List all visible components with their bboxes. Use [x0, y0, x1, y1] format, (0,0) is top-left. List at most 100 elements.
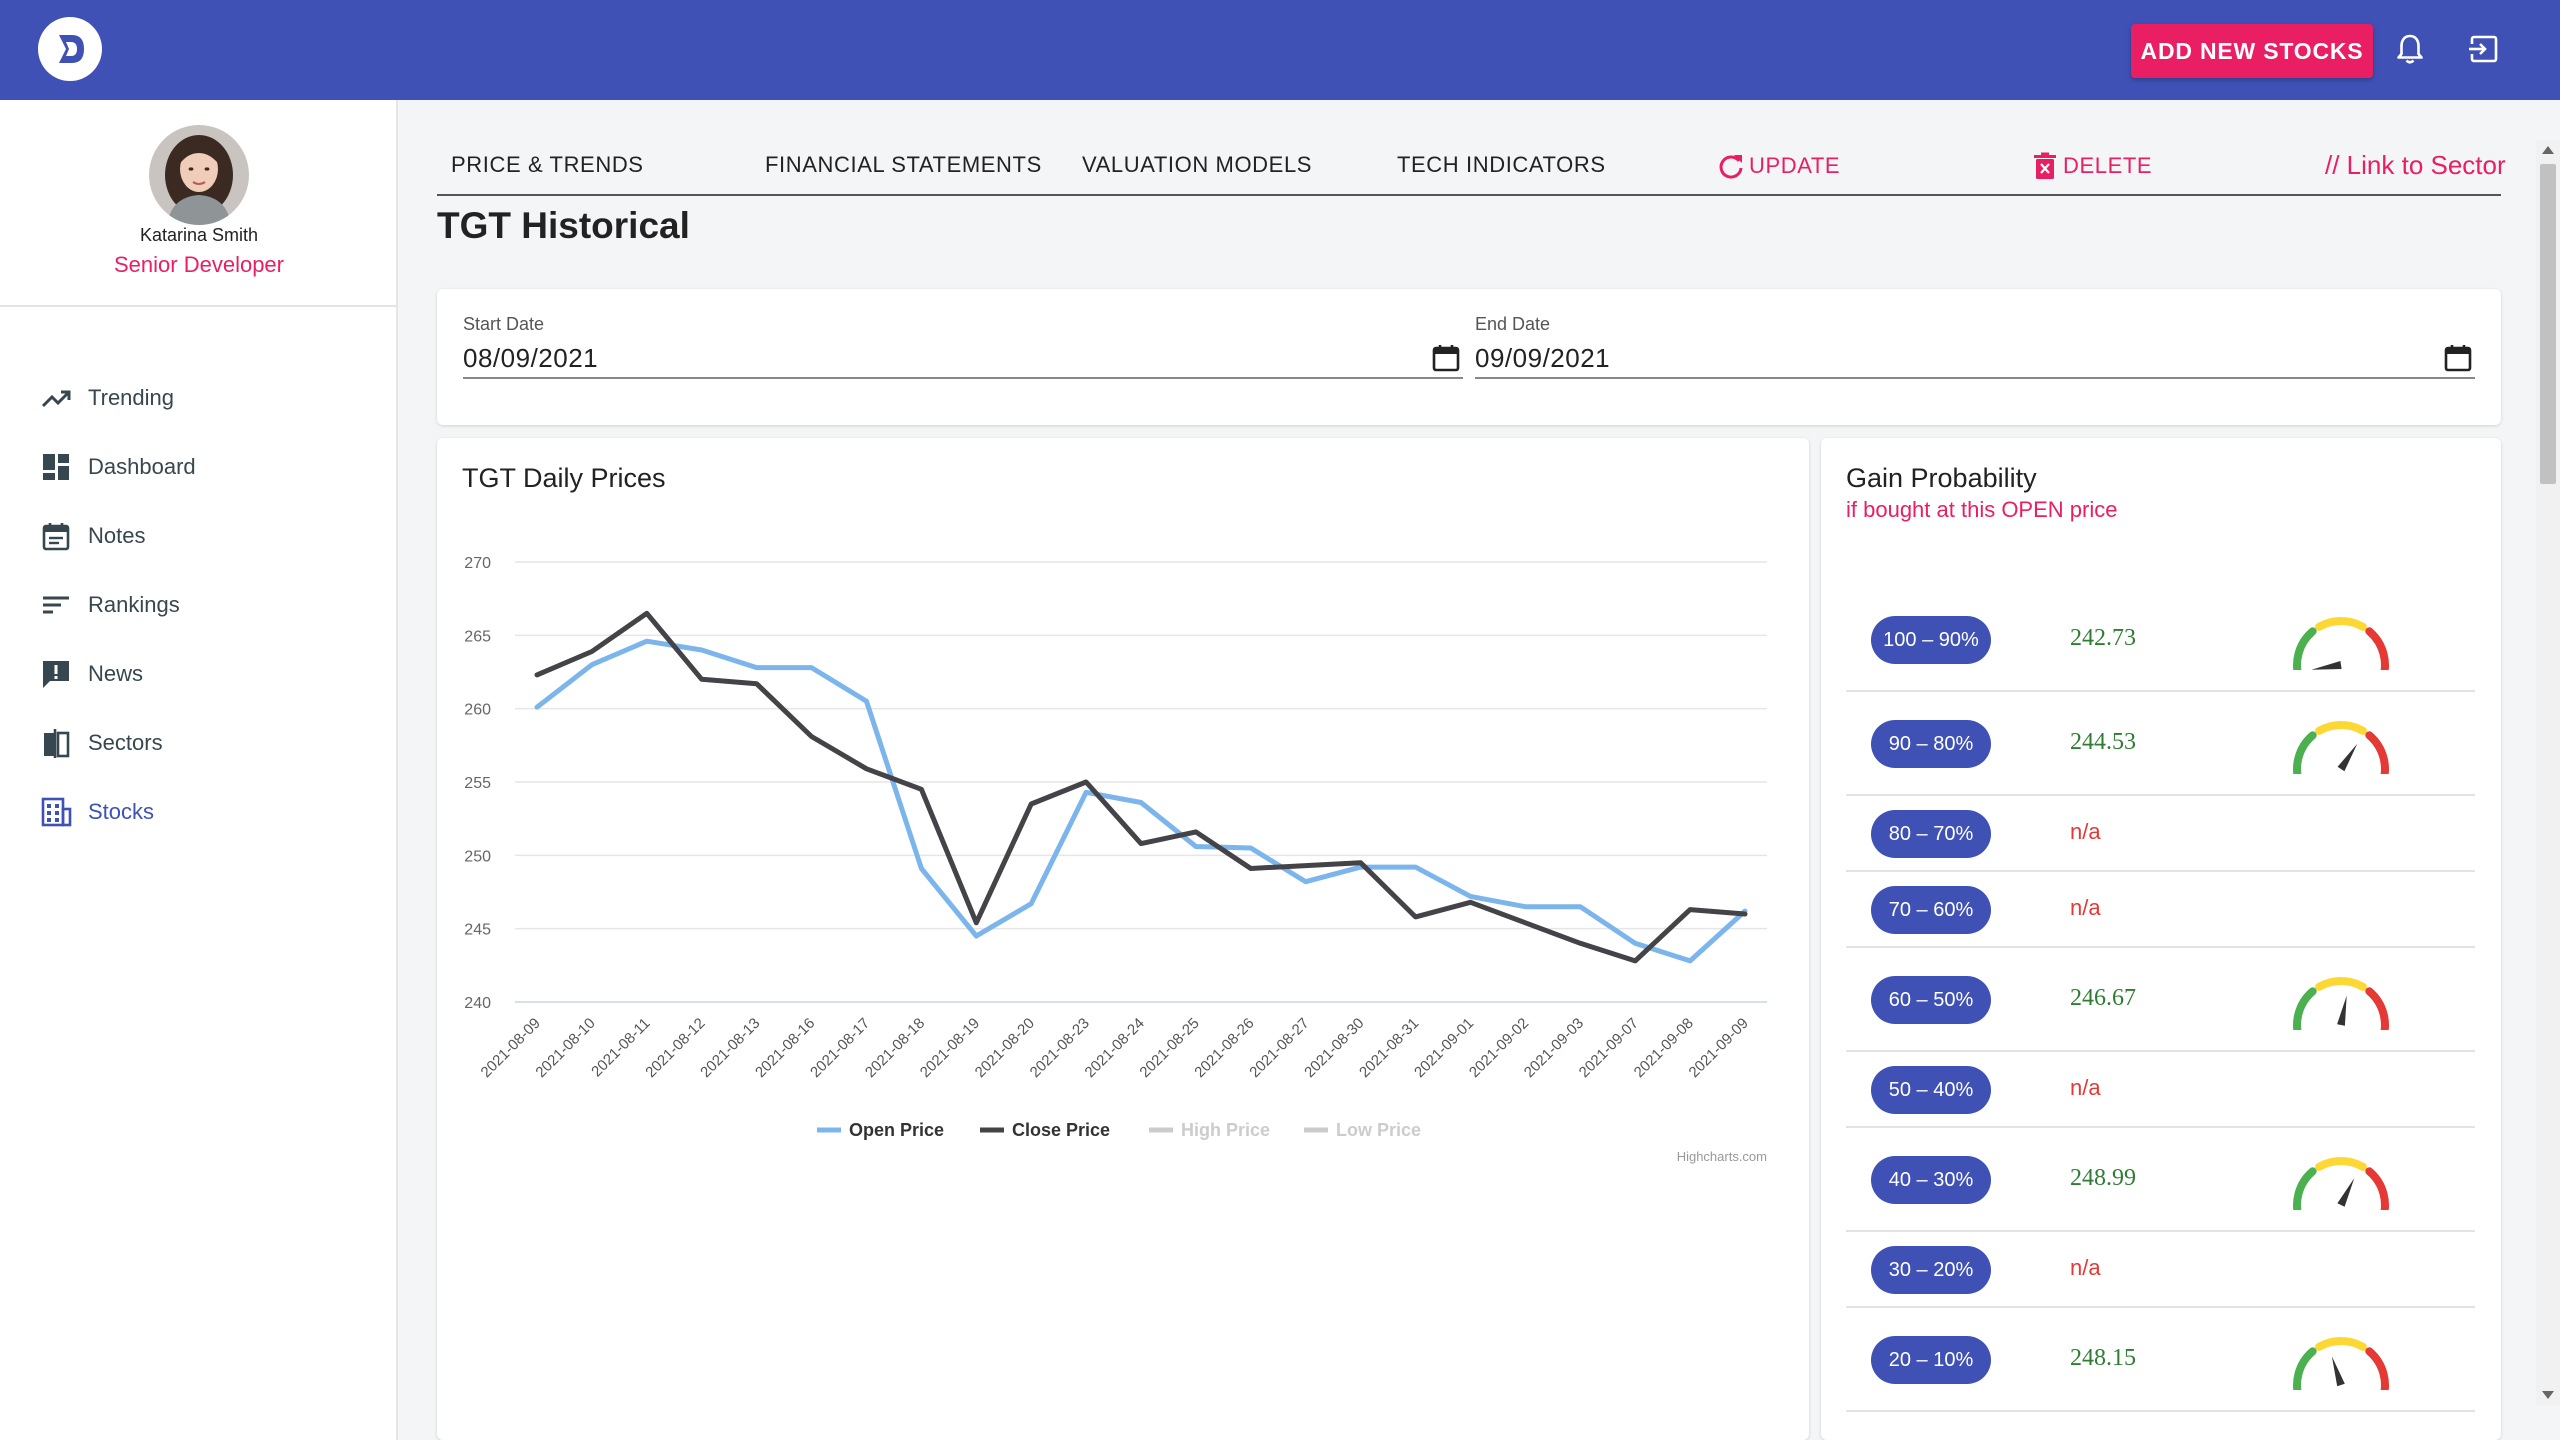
start-date-label: Start Date — [463, 314, 545, 334]
gain-title: Gain Probability — [1846, 463, 2037, 493]
legend-item[interactable]: Close Price — [980, 1120, 1110, 1140]
gain-price-value: n/a — [2070, 1255, 2101, 1280]
legend-item[interactable]: Open Price — [817, 1120, 944, 1140]
gain-row: 50 – 40% n/a — [1846, 1052, 2475, 1128]
date-range-card: Start Date 08/09/2021 End Date 09/09/202… — [437, 289, 2501, 425]
gain-row: 90 – 80% 244.53 — [1846, 692, 2475, 796]
probability-range-badge[interactable]: 80 – 70% — [1871, 810, 1991, 858]
x-tick-label: 2021-09-09 — [1686, 1015, 1752, 1081]
start-date-input[interactable]: 08/09/2021 — [463, 339, 1463, 379]
legend-item[interactable]: Low Price — [1304, 1120, 1421, 1140]
y-tick-label: 270 — [464, 555, 491, 572]
sidebar-item-sectors[interactable]: Sectors — [38, 723, 163, 763]
y-tick-label: 265 — [464, 628, 491, 645]
daily-prices-card: TGT Daily Prices 240 245 250 255 260 265 270 20… — [437, 438, 1809, 1440]
bell-icon[interactable] — [2392, 31, 2428, 67]
sidebar-item-label: Rankings — [88, 592, 180, 617]
probability-range-badge[interactable]: 20 – 10% — [1871, 1336, 1991, 1384]
logo-icon[interactable] — [38, 17, 102, 81]
tab-price-trends[interactable]: PRICE & TRENDS — [451, 152, 644, 178]
gain-probability-card: Gain Probability if bought at this OPEN … — [1821, 438, 2501, 1440]
probability-range-badge[interactable]: 70 – 60% — [1871, 886, 1991, 934]
gain-row: 100 – 90% 242.73 — [1846, 588, 2475, 692]
y-tick-label: 245 — [464, 922, 491, 939]
gain-price-value: 246.67 — [2070, 985, 2136, 1011]
probability-range-badge[interactable]: 30 – 20% — [1871, 1246, 1991, 1294]
logout-icon[interactable] — [2466, 31, 2502, 67]
end-date-label: End Date — [1475, 314, 1551, 334]
sidebar-item-rankings[interactable]: Rankings — [38, 585, 180, 625]
calendar-icon[interactable] — [2443, 343, 2473, 373]
sidebar-item-label: Trending — [88, 385, 175, 410]
gain-price-value: 242.73 — [2070, 625, 2136, 651]
y-tick-label: 255 — [464, 775, 491, 792]
gain-subtitle: if bought at this OPEN price — [1846, 497, 2118, 522]
sidebar-item-notes[interactable]: Notes — [38, 516, 145, 556]
gauge-icon — [2293, 721, 2389, 774]
sidebar: Katarina Smith Senior Developer Trending… — [0, 100, 398, 1440]
tab-financial-statements[interactable]: FINANCIAL STATEMENTS — [765, 152, 1042, 178]
sidebar-item-stocks[interactable]: Stocks — [38, 792, 154, 832]
sidebar-item-label: News — [88, 661, 144, 686]
legend-item[interactable]: High Price — [1149, 1120, 1270, 1140]
y-tick-label: 260 — [464, 702, 491, 719]
page-scrollbar[interactable] — [2536, 140, 2560, 1405]
probability-range-badge[interactable]: 40 – 30% — [1871, 1156, 1991, 1204]
gain-price-value: n/a — [2070, 819, 2101, 844]
gain-price-value: 248.15 — [2070, 1345, 2136, 1371]
sidebar-item-label: Dashboard — [88, 454, 196, 479]
scroll-up-icon[interactable] — [2542, 146, 2554, 154]
news-icon — [38, 656, 74, 692]
gauge-icon — [2293, 1157, 2389, 1210]
legend-label: Open Price — [849, 1120, 944, 1140]
gain-row: 40 – 30% 248.99 — [1846, 1128, 2475, 1232]
gauge-icon — [2293, 1337, 2389, 1390]
stock-tabs: PRICE & TRENDS FINANCIAL STATEMENTS VALU… — [437, 138, 2506, 196]
dashboard-icon — [38, 449, 74, 485]
end-date-input[interactable]: 09/09/2021 — [1475, 339, 2475, 379]
price-line-chart: 2402452502552602652702021-08-092021-08-1… — [464, 555, 1767, 1164]
sidebar-item-dashboard[interactable]: Dashboard — [38, 447, 196, 487]
gain-row: 70 – 60% n/a — [1846, 872, 2475, 948]
rankings-icon — [38, 587, 74, 623]
gain-row: 60 – 50% 246.67 — [1846, 948, 2475, 1052]
gain-price-value: 244.53 — [2070, 729, 2136, 755]
sidebar-item-label: Notes — [88, 523, 146, 548]
delete-label: DELETE — [2063, 153, 2153, 178]
trash-icon — [2033, 152, 2057, 180]
gain-row: 80 – 70% n/a — [1846, 796, 2475, 872]
gain-price-value: 248.99 — [2070, 1165, 2136, 1191]
page-title: TGT Historical — [437, 205, 690, 246]
legend-label: Low Price — [1336, 1120, 1421, 1140]
notes-icon — [38, 518, 74, 554]
tab-tech-indicators[interactable]: TECH INDICATORS — [1397, 152, 1606, 178]
scroll-thumb[interactable] — [2540, 164, 2556, 484]
probability-range-badge[interactable]: 100 – 90% — [1871, 616, 1991, 664]
x-tick-label: 2021-08-10 — [532, 1015, 598, 1081]
top-app-bar: ADD NEW STOCKS — [0, 0, 2560, 100]
legend-label: High Price — [1181, 1120, 1270, 1140]
gain-row: 20 – 10% 248.15 — [1846, 1308, 2475, 1412]
sidebar-item-news[interactable]: News — [38, 654, 143, 694]
add-new-stocks-button[interactable]: ADD NEW STOCKS — [2131, 24, 2373, 78]
sidebar-divider — [0, 305, 398, 307]
user-role: Senior Developer — [114, 252, 284, 277]
sidebar-item-trending[interactable]: Trending — [38, 378, 174, 418]
update-button[interactable]: UPDATE — [1717, 152, 1840, 180]
scroll-down-icon[interactable] — [2542, 1391, 2554, 1399]
refresh-icon — [1717, 152, 1745, 180]
chart-credit: Highcharts.com — [1677, 1149, 1767, 1164]
tab-valuation-models[interactable]: VALUATION MODELS — [1082, 152, 1312, 178]
probability-range-badge[interactable]: 90 – 80% — [1871, 720, 1991, 768]
delete-button[interactable]: DELETE — [2033, 152, 2152, 180]
avatar[interactable] — [149, 125, 249, 225]
gain-row: 30 – 20% n/a — [1846, 1232, 2475, 1308]
link-to-sector[interactable]: // Link to Sector — [2325, 150, 2506, 181]
user-name: Katarina Smith — [139, 225, 259, 245]
y-tick-label: 240 — [464, 995, 491, 1012]
probability-range-badge[interactable]: 50 – 40% — [1871, 1066, 1991, 1114]
series-line-open-price — [534, 638, 1748, 964]
gauge-icon — [2293, 977, 2389, 1030]
calendar-icon[interactable] — [1431, 343, 1461, 373]
probability-range-badge[interactable]: 60 – 50% — [1871, 976, 1991, 1024]
